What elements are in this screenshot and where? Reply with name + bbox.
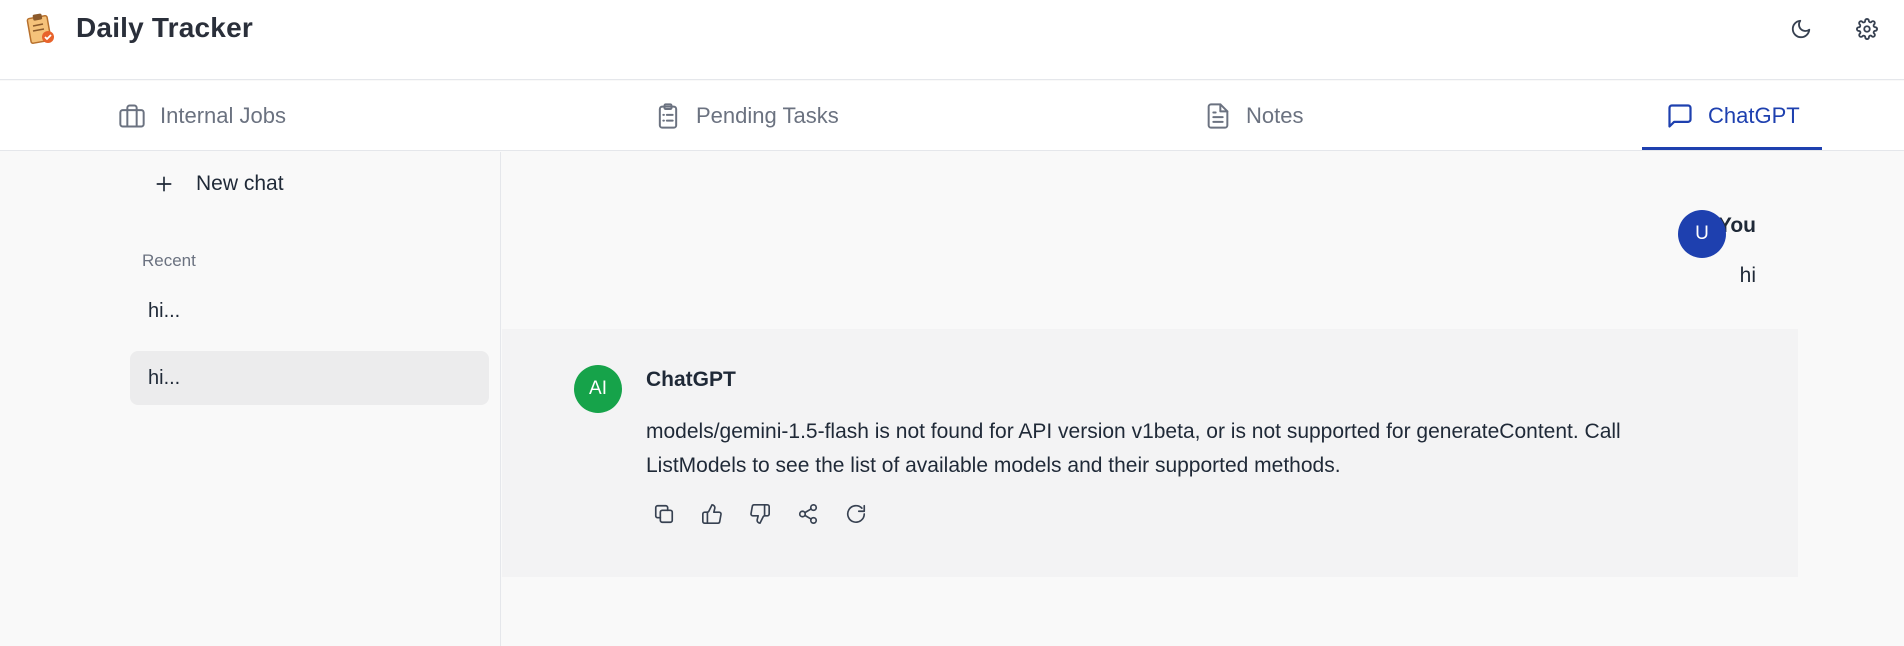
ai-message-block: AI ChatGPT models/gemini-1.5-flash is no…: [502, 329, 1798, 577]
recent-chat-label: hi...: [148, 299, 181, 322]
tab-internal-jobs[interactable]: Internal Jobs: [118, 81, 286, 151]
thumbs-up-button[interactable]: [700, 502, 724, 526]
clipboard-icon: [658, 103, 678, 129]
tab-label: ChatGPT: [1708, 103, 1800, 128]
tab-label: Notes: [1246, 103, 1304, 128]
gear-icon: [1856, 18, 1878, 40]
new-chat-label: New chat: [196, 172, 284, 195]
thumbs-down-button[interactable]: [748, 502, 772, 526]
recent-chat-item-selected[interactable]: hi...: [130, 351, 489, 405]
ai-message: models/gemini-1.5-flash is not found for…: [646, 420, 1621, 477]
share-button[interactable]: [796, 502, 820, 526]
tab-label: Internal Jobs: [160, 103, 286, 128]
chat-main: You hi U AI ChatGPT models/gemini-1.5-fl…: [502, 152, 1904, 646]
briefcase-icon: [119, 104, 145, 128]
app-header: Daily Tracker: [0, 0, 1904, 80]
tab-chatgpt[interactable]: ChatGPT: [1666, 81, 1800, 151]
tab-label: Pending Tasks: [696, 103, 839, 128]
chat-sidebar: New chat Recent hi... hi...: [118, 152, 501, 646]
chat-bubble-icon: [1668, 104, 1692, 128]
new-chat-button[interactable]: New chat: [154, 172, 284, 196]
moon-icon: [1791, 19, 1811, 39]
regenerate-icon: [846, 504, 866, 523]
tab-notes[interactable]: Notes: [1204, 81, 1303, 151]
thumbs-up-icon: [702, 504, 722, 524]
share-icon: [798, 504, 818, 524]
copy-icon: [654, 504, 674, 524]
dark-mode-toggle[interactable]: [1786, 14, 1816, 44]
app-title: Daily Tracker: [76, 12, 253, 43]
tab-pending-tasks[interactable]: Pending Tasks: [654, 81, 839, 151]
message-actions: [652, 502, 868, 526]
main-tabs: Internal Jobs Pending Tasks Notes ChatGP…: [0, 81, 1904, 151]
ai-name: ChatGPT: [646, 368, 736, 391]
user-avatar: U: [1678, 210, 1726, 258]
user-message: hi: [1739, 264, 1756, 287]
regenerate-button[interactable]: [844, 502, 868, 526]
plus-icon: [156, 176, 172, 192]
recent-chat-item[interactable]: hi...: [130, 284, 489, 338]
document-icon: [1207, 103, 1229, 129]
settings-button[interactable]: [1852, 14, 1882, 44]
thumbs-down-icon: [750, 504, 770, 524]
clipboard-logo-icon: [26, 13, 54, 44]
ai-avatar: AI: [574, 365, 622, 413]
copy-button[interactable]: [652, 502, 676, 526]
active-tab-indicator: [1642, 147, 1822, 150]
recent-chat-label: hi...: [148, 366, 181, 389]
recent-heading: Recent: [142, 251, 196, 270]
